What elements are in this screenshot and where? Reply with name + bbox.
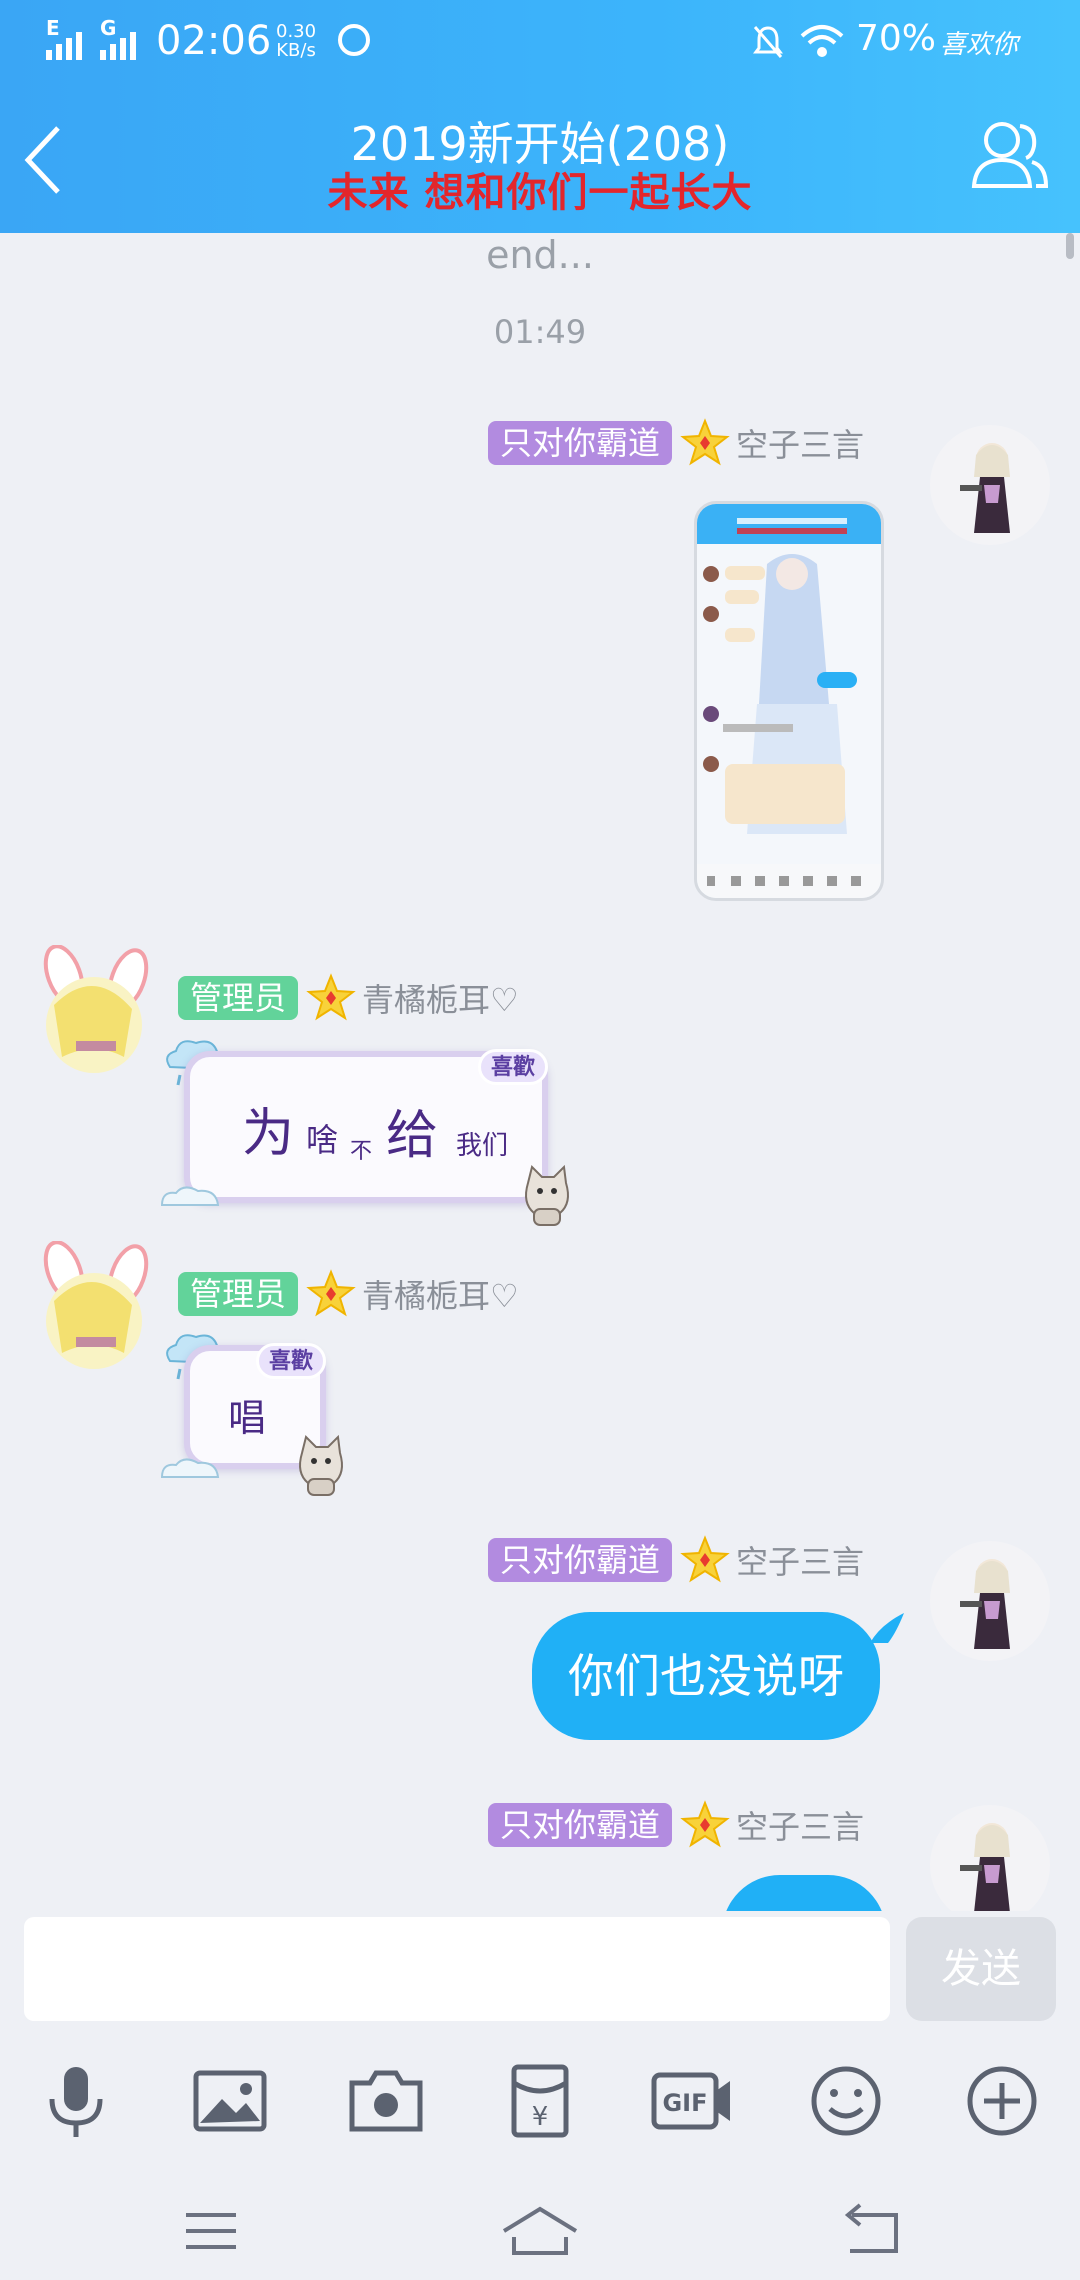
level-star-icon <box>306 973 356 1021</box>
sticker-text: 唱 <box>228 1396 267 1440</box>
status-brand-text: 喜欢你 <box>940 30 1019 60</box>
music-app-icon <box>338 24 370 56</box>
avatar[interactable] <box>930 1805 1050 1911</box>
message-sender: 管理员 青橘栀耳♡ <box>178 1269 519 1317</box>
cloud-decoration-icon <box>160 1458 220 1478</box>
red-packet-icon[interactable]: ¥ <box>500 2061 580 2141</box>
signal-icon-2 <box>100 32 136 60</box>
gif-icon[interactable]: GIF <box>650 2061 734 2141</box>
level-star-icon <box>680 1800 730 1848</box>
level-star-icon <box>306 1269 356 1317</box>
member-title-badge: 只对你霸道 <box>488 421 673 465</box>
sticker-text-part: 我们 <box>456 1131 509 1161</box>
announcement-text: 未来 想和你们一起长大 <box>327 170 753 216</box>
back-icon[interactable] <box>836 2201 906 2261</box>
sender-name: 青橘栀耳♡ <box>362 1277 519 1315</box>
sticker-text-part: 不 <box>350 1139 373 1164</box>
chat-toolbar: ¥ GIF <box>0 2031 1080 2181</box>
speed-value: 0.30 <box>276 21 317 42</box>
avatar[interactable] <box>930 425 1050 545</box>
member-title-badge: 只对你霸道 <box>488 1538 673 1582</box>
message-sender: 管理员 青橘栀耳♡ <box>178 973 519 1021</box>
sticker-message[interactable]: 喜歡 为 啥 不 给 我们 <box>184 1049 548 1203</box>
chat-header: E G 02:06 0.30 KB/s 70% 喜欢你 2019新开始(208)… <box>0 0 1080 233</box>
network-speed: 0.30 KB/s <box>276 22 316 60</box>
status-bar: E G 02:06 0.30 KB/s 70% 喜欢你 <box>0 0 1080 84</box>
emoji-icon[interactable] <box>806 2061 886 2141</box>
status-time: 02:06 <box>156 18 272 64</box>
system-nav-bar <box>0 2181 1080 2280</box>
text-message-bubble[interactable] <box>722 1875 886 1911</box>
sender-name: 空子三言 <box>736 426 865 464</box>
cat-sticker-icon <box>525 1164 569 1226</box>
sender-name: 空子三言 <box>736 1808 865 1846</box>
home-icon[interactable] <box>500 2201 580 2261</box>
image-message[interactable] <box>694 501 884 901</box>
message-sender: 只对你霸道 空子三言 <box>488 418 865 466</box>
message-timestamp: 01:49 <box>493 313 587 351</box>
microphone-icon[interactable] <box>36 2061 116 2141</box>
cat-sticker-icon <box>299 1434 343 1496</box>
avatar[interactable] <box>24 1241 164 1371</box>
admin-badge: 管理员 <box>178 976 299 1020</box>
sticker-text-part: 给 <box>386 1106 439 1166</box>
input-bar: 发送 <box>0 1911 1080 2031</box>
previous-message-tail: end... <box>486 233 594 277</box>
speed-unit: KB/s <box>276 40 316 61</box>
level-star-icon <box>680 1535 730 1583</box>
message-sender: 只对你霸道 空子三言 <box>488 1535 865 1583</box>
sticker-tag: 喜歡 <box>477 1049 548 1085</box>
group-members-button[interactable] <box>970 118 1050 194</box>
group-announcement: 未来 想和你们一起长大 <box>0 160 1080 218</box>
svg-text:¥: ¥ <box>532 2102 549 2132</box>
avatar[interactable] <box>24 945 164 1075</box>
plus-icon[interactable] <box>962 2061 1042 2141</box>
text-message-bubble[interactable]: 你们也没说呀 <box>532 1612 880 1740</box>
sticker-text-part: 啥 <box>306 1121 339 1159</box>
message-input[interactable] <box>24 1917 890 2021</box>
admin-badge: 管理员 <box>178 1272 299 1316</box>
battery-level: 70% <box>856 18 937 59</box>
avatar[interactable] <box>930 1541 1050 1661</box>
mute-bell-icon <box>753 26 783 58</box>
image-icon[interactable] <box>190 2061 270 2141</box>
cloud-decoration-icon <box>160 1186 220 1206</box>
message-list[interactable]: end... 01:49 只对你霸道 空子三言 管理员 青橘栀耳♡ 喜歡 为 啥… <box>0 233 1080 1911</box>
menu-icon[interactable] <box>176 2201 246 2261</box>
member-title-badge: 只对你霸道 <box>488 1803 673 1847</box>
sender-name: 青橘栀耳♡ <box>362 981 519 1019</box>
signal-icon <box>46 32 82 60</box>
sticker-text-part: 为 <box>242 1104 295 1164</box>
svg-text:GIF: GIF <box>662 2089 707 2117</box>
level-star-icon <box>680 418 730 466</box>
message-sender: 只对你霸道 空子三言 <box>488 1800 865 1848</box>
send-button[interactable]: 发送 <box>906 1917 1056 2021</box>
camera-icon[interactable] <box>346 2061 426 2141</box>
sticker-tag: 喜歡 <box>255 1343 326 1379</box>
wifi-icon <box>800 25 844 57</box>
bubble-tail <box>870 1613 904 1643</box>
sender-name: 空子三言 <box>736 1543 865 1581</box>
